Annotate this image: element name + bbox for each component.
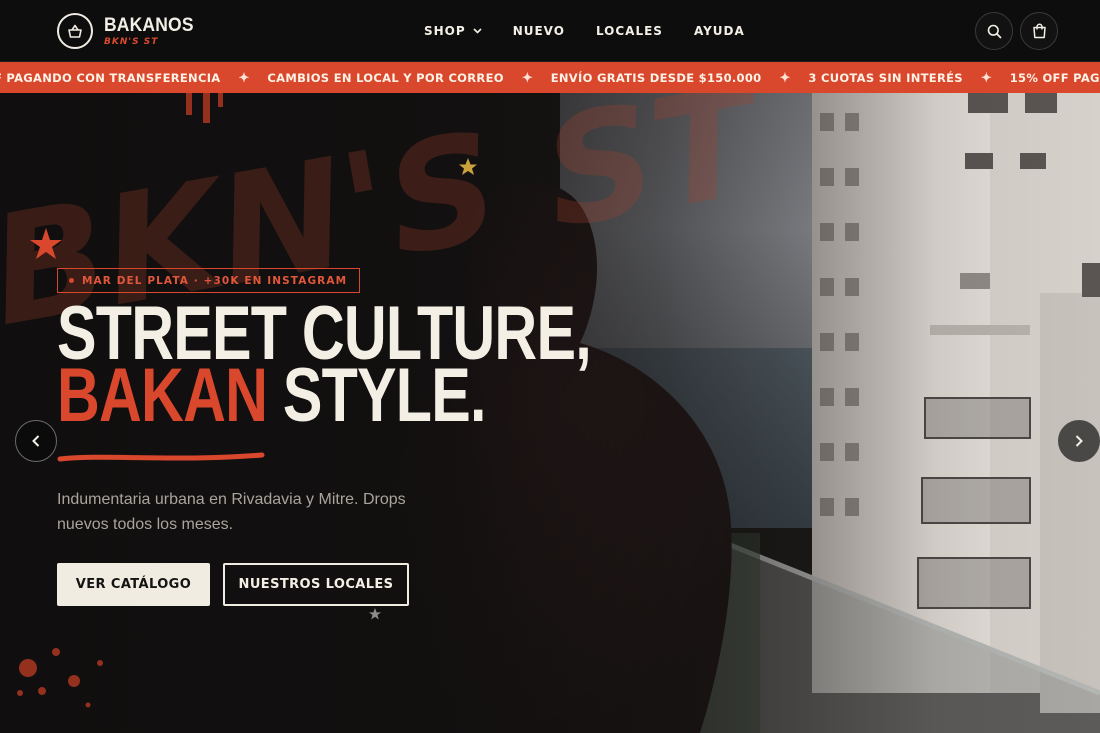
nav-item-nuevo[interactable]: NUEVO	[513, 24, 565, 38]
slider-prev-button[interactable]	[15, 420, 57, 462]
location-badge: MAR DEL PLATA · +30K EN INSTAGRAM	[57, 268, 361, 293]
hero-headline: STREET CULTURE, BAKAN STYLE.	[57, 296, 592, 434]
brand-tagline: BKN'S ST	[104, 36, 159, 47]
search-button[interactable]	[975, 12, 1013, 50]
chevron-left-icon	[32, 435, 40, 447]
nav-item-shop[interactable]: SHOP	[424, 24, 482, 38]
ticker-item: 3 CUOTAS SIN INTERÉS	[808, 71, 963, 85]
ticker-item: ENVÍO GRATIS DESDE $150.000	[550, 71, 762, 85]
sparkle-icon: ✦	[779, 70, 791, 85]
sparkle-icon: ✦	[980, 70, 992, 85]
brand-name: BAKANOS	[104, 14, 194, 36]
headline-line-2: BAKAN STYLE.	[57, 358, 486, 434]
brush-underline	[57, 452, 265, 462]
hero-slider: BKN'S ST MAR DEL PLATA · +30K EN INSTAGR…	[0, 93, 1100, 733]
main-nav: SHOP NUEVO LOCALES AYUDA	[424, 24, 745, 38]
sparkle-icon: ✦	[238, 70, 250, 85]
ticker-item: 15% OFF PAGANDO CON TRANSFERENCIA	[0, 71, 221, 85]
chevron-down-icon	[473, 28, 482, 34]
headline-rest: STYLE.	[267, 353, 487, 438]
promo-ticker: 15% OFF PAGANDO CON TRANSFERENCIA ✦ CAMB…	[0, 62, 1100, 93]
hero-subtitle: Indumentaria urbana en Rivadavia y Mitre…	[57, 491, 406, 533]
cart-icon	[1032, 23, 1046, 39]
site-header: BAKANOS BKN'S ST SHOP NUEVO LOCALES AYUD…	[0, 0, 1100, 62]
nav-item-locales[interactable]: LOCALES	[596, 24, 663, 38]
badge-label: MAR DEL PLATA · +30K EN INSTAGRAM	[82, 274, 348, 287]
ticker-track: 15% OFF PAGANDO CON TRANSFERENCIA ✦ CAMB…	[0, 70, 1100, 86]
cart-button[interactable]	[1020, 12, 1058, 50]
slider-next-button[interactable]	[1058, 420, 1100, 462]
nav-item-ayuda[interactable]: AYUDA	[694, 24, 745, 38]
chevron-right-icon	[1075, 435, 1083, 447]
view-catalog-button[interactable]: VER CATÁLOGO	[57, 563, 210, 606]
brand-logo[interactable]: BAKANOS BKN'S ST	[57, 13, 201, 49]
headline-accent: BAKAN	[57, 353, 268, 438]
ticker-item: CAMBIOS EN LOCAL Y POR CORREO	[267, 71, 504, 85]
nav-item-label: SHOP	[424, 24, 466, 38]
ticker-item: 15% OFF PAGANDO CON TRANSFERENCIA	[1009, 71, 1100, 85]
sparkle-icon: ✦	[521, 70, 533, 85]
shopping-basket-icon	[57, 13, 93, 49]
search-icon	[987, 24, 1001, 38]
dot-icon	[69, 278, 74, 283]
our-stores-button[interactable]: NUESTROS LOCALES	[223, 563, 409, 606]
